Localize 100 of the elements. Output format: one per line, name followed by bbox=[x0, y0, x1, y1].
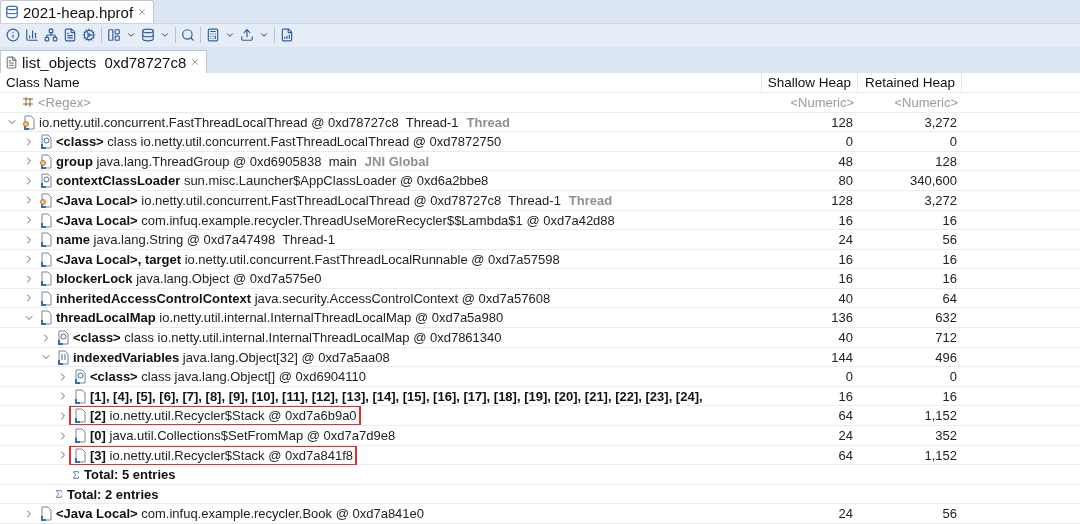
retained-heap-cell-text: 340,600 bbox=[909, 172, 958, 191]
retained-heap-cell-text: 496 bbox=[934, 348, 958, 367]
object-label: [2] io.netty.util.Recycler$Stack @ 0xd7a6b9a0 bbox=[69, 406, 361, 426]
database-icon[interactable] bbox=[141, 28, 155, 43]
gear-icon[interactable] bbox=[82, 28, 96, 43]
column-header[interactable]: Shallow Heap bbox=[762, 73, 858, 92]
retained-heap-cell-text: 56 bbox=[941, 505, 958, 524]
shallow-heap-cell-text: 0 bbox=[844, 133, 854, 152]
shallow-heap-cell-text: 80 bbox=[837, 172, 854, 191]
class-file-icon bbox=[39, 134, 53, 150]
object-label: [3] io.netty.util.Recycler$Stack @ 0xd7a841f8 bbox=[69, 445, 357, 465]
sum-icon bbox=[71, 469, 81, 480]
object-icon bbox=[39, 251, 53, 267]
object-label: <Java Local>, target io.netty.util.concurrent.FastThreadLocalRunnable @ 0xd7a57598 bbox=[35, 249, 564, 269]
search-icon[interactable] bbox=[181, 28, 195, 43]
object-label: <class> class java.lang.Object[] @ 0xd6904110 bbox=[69, 367, 371, 387]
tree-icon[interactable] bbox=[44, 28, 58, 43]
shallow-heap-cell-text: 16 bbox=[837, 250, 854, 269]
retained-heap-cell-text: 632 bbox=[934, 309, 958, 328]
object-icon bbox=[73, 388, 87, 404]
retained-heap-cell-text: 1,152 bbox=[923, 446, 958, 465]
linked-object-icon bbox=[22, 114, 36, 130]
object-icon bbox=[39, 290, 53, 306]
object-label: <Java Local> com.infuq.example.recycler.Book @ 0xd7a841e0 bbox=[35, 504, 429, 524]
regex-filter-field[interactable]: <Regex> bbox=[38, 94, 758, 110]
class-file-icon bbox=[73, 369, 87, 385]
shallow-heap-cell-text: 64 bbox=[837, 407, 854, 426]
object-label: <class> class io.netty.util.concurrent.FastThreadLocalThread @ 0xd7872750 bbox=[35, 132, 506, 152]
object-label: name java.lang.String @ 0xd7a47498 Thread-1 bbox=[35, 230, 339, 250]
shallow-heap-cell-text: 64 bbox=[837, 446, 854, 465]
object-icon bbox=[39, 271, 53, 287]
object-icon bbox=[39, 310, 53, 326]
gc-root-tag: Thread bbox=[466, 114, 510, 130]
database-icon bbox=[5, 5, 19, 19]
close-icon[interactable] bbox=[190, 57, 201, 68]
object-label: threadLocalMap io.netty.util.internal.InternalThreadLocalMap @ 0xd7a5a980 bbox=[35, 308, 508, 328]
retained-heap-cell-text: 3,272 bbox=[923, 191, 958, 210]
shallow-heap-cell-text: 0 bbox=[844, 368, 854, 387]
shallow-heap-cell-text: 40 bbox=[837, 289, 854, 308]
retained-heap-cell-text: 64 bbox=[941, 289, 958, 308]
object-label: io.netty.util.concurrent.FastThreadLocalThread @ 0xd78727c8 Thread-1 bbox=[18, 112, 463, 132]
retained-heap-cell-text: 128 bbox=[934, 152, 958, 171]
object-icon bbox=[73, 428, 87, 444]
object-label: contextClassLoader sun.misc.Launcher$AppClassLoader @ 0xd6a2bbe8 bbox=[35, 171, 493, 191]
object-label: <Java Local> com.infuq.example.recycler.ThreadUseMoreRecycler$$Lambda$1 @ 0xd7a42d88 bbox=[35, 210, 619, 230]
retained-heap-cell-text: 16 bbox=[941, 270, 958, 289]
retained-heap-cell-text: 16 bbox=[941, 387, 958, 406]
column-header[interactable]: Class Name bbox=[0, 73, 762, 92]
report-icon[interactable] bbox=[280, 28, 294, 43]
object-label: <Java Local> io.netty.util.concurrent.FastThreadLocalThread @ 0xd78727c8 Thread-1 bbox=[35, 190, 565, 210]
editor-tab[interactable]: 2021-heap.hprof bbox=[0, 0, 155, 23]
shallow-heap-cell-text: 24 bbox=[837, 427, 854, 446]
object-label: [1], [4], [5], [6], [7], [8], [9], [10], [11], [12], [13], [14], [15], [16], [17], [18], [19], [20], [21], [22], [23], [24], bbox=[69, 386, 707, 406]
object-icon bbox=[39, 232, 53, 248]
retained-heap-cell-text: 0 bbox=[948, 368, 958, 387]
retained-heap-cell-text: 56 bbox=[941, 231, 958, 250]
retained-heap-cell-text: 16 bbox=[941, 211, 958, 230]
export-icon[interactable] bbox=[240, 28, 254, 43]
shallow-heap-cell-text: 136 bbox=[830, 309, 854, 328]
array-icon bbox=[56, 349, 70, 365]
shallow-heap-cell-text: 48 bbox=[837, 152, 854, 171]
linked-object-icon bbox=[39, 153, 53, 169]
shallow-heap-cell-text: 40 bbox=[837, 329, 854, 348]
info-icon[interactable] bbox=[6, 28, 20, 43]
shallow-heap-cell-text: 16 bbox=[837, 387, 854, 406]
total-entries: Total: 5 entries bbox=[84, 467, 176, 482]
class-file-icon bbox=[56, 330, 70, 346]
class-file-icon bbox=[39, 173, 53, 189]
result-tab[interactable]: list_objects 0xd78727c8 bbox=[0, 50, 208, 74]
panel-icon[interactable] bbox=[107, 28, 121, 43]
object-label: inheritedAccessControlContext java.security.AccessControlContext @ 0xd7a57608 bbox=[35, 288, 555, 308]
retained-heap-cell-text: 3,272 bbox=[923, 113, 958, 132]
shallow-heap-cell-text: 24 bbox=[837, 505, 854, 524]
linked-object-icon bbox=[39, 192, 53, 208]
gc-root-tag: Thread bbox=[568, 192, 613, 208]
gc-root-tag: JNI Global bbox=[364, 153, 430, 169]
shallow-heap-cell-text: 128 bbox=[830, 113, 854, 132]
retained-heap-cell-text: 1,152 bbox=[923, 407, 958, 426]
shallow-heap-cell-text: 24 bbox=[837, 231, 854, 250]
total-entries: Total: 2 entries bbox=[67, 486, 159, 502]
filter-icon bbox=[22, 96, 34, 109]
shallow-heap-cell-text: 128 bbox=[830, 191, 854, 210]
retained-heap-cell-text: 0 bbox=[948, 133, 958, 152]
object-icon bbox=[73, 408, 87, 424]
numeric-filter-field[interactable]: <Numeric> bbox=[766, 94, 854, 110]
numeric-filter-field[interactable]: <Numeric> bbox=[862, 94, 958, 110]
retained-heap-cell-text: 16 bbox=[941, 250, 958, 269]
retained-heap-cell-text: 712 bbox=[934, 329, 958, 348]
column-header[interactable]: Retained Heap bbox=[858, 73, 962, 92]
object-label: [0] java.util.Collections$SetFromMap @ 0xd7a7d9e8 bbox=[69, 426, 400, 446]
calculator-icon[interactable] bbox=[206, 28, 220, 43]
shallow-heap-cell-text: 16 bbox=[837, 270, 854, 289]
bar-chart-icon[interactable] bbox=[25, 28, 39, 43]
document-icon[interactable] bbox=[63, 28, 77, 43]
shallow-heap-cell-text: 16 bbox=[837, 211, 854, 230]
object-label: <class> class io.netty.util.internal.InternalThreadLocalMap @ 0xd7861340 bbox=[52, 328, 506, 348]
object-icon bbox=[73, 447, 87, 463]
close-icon[interactable] bbox=[137, 7, 148, 17]
object-icon bbox=[39, 212, 53, 228]
shallow-heap-cell-text: 144 bbox=[830, 348, 854, 367]
